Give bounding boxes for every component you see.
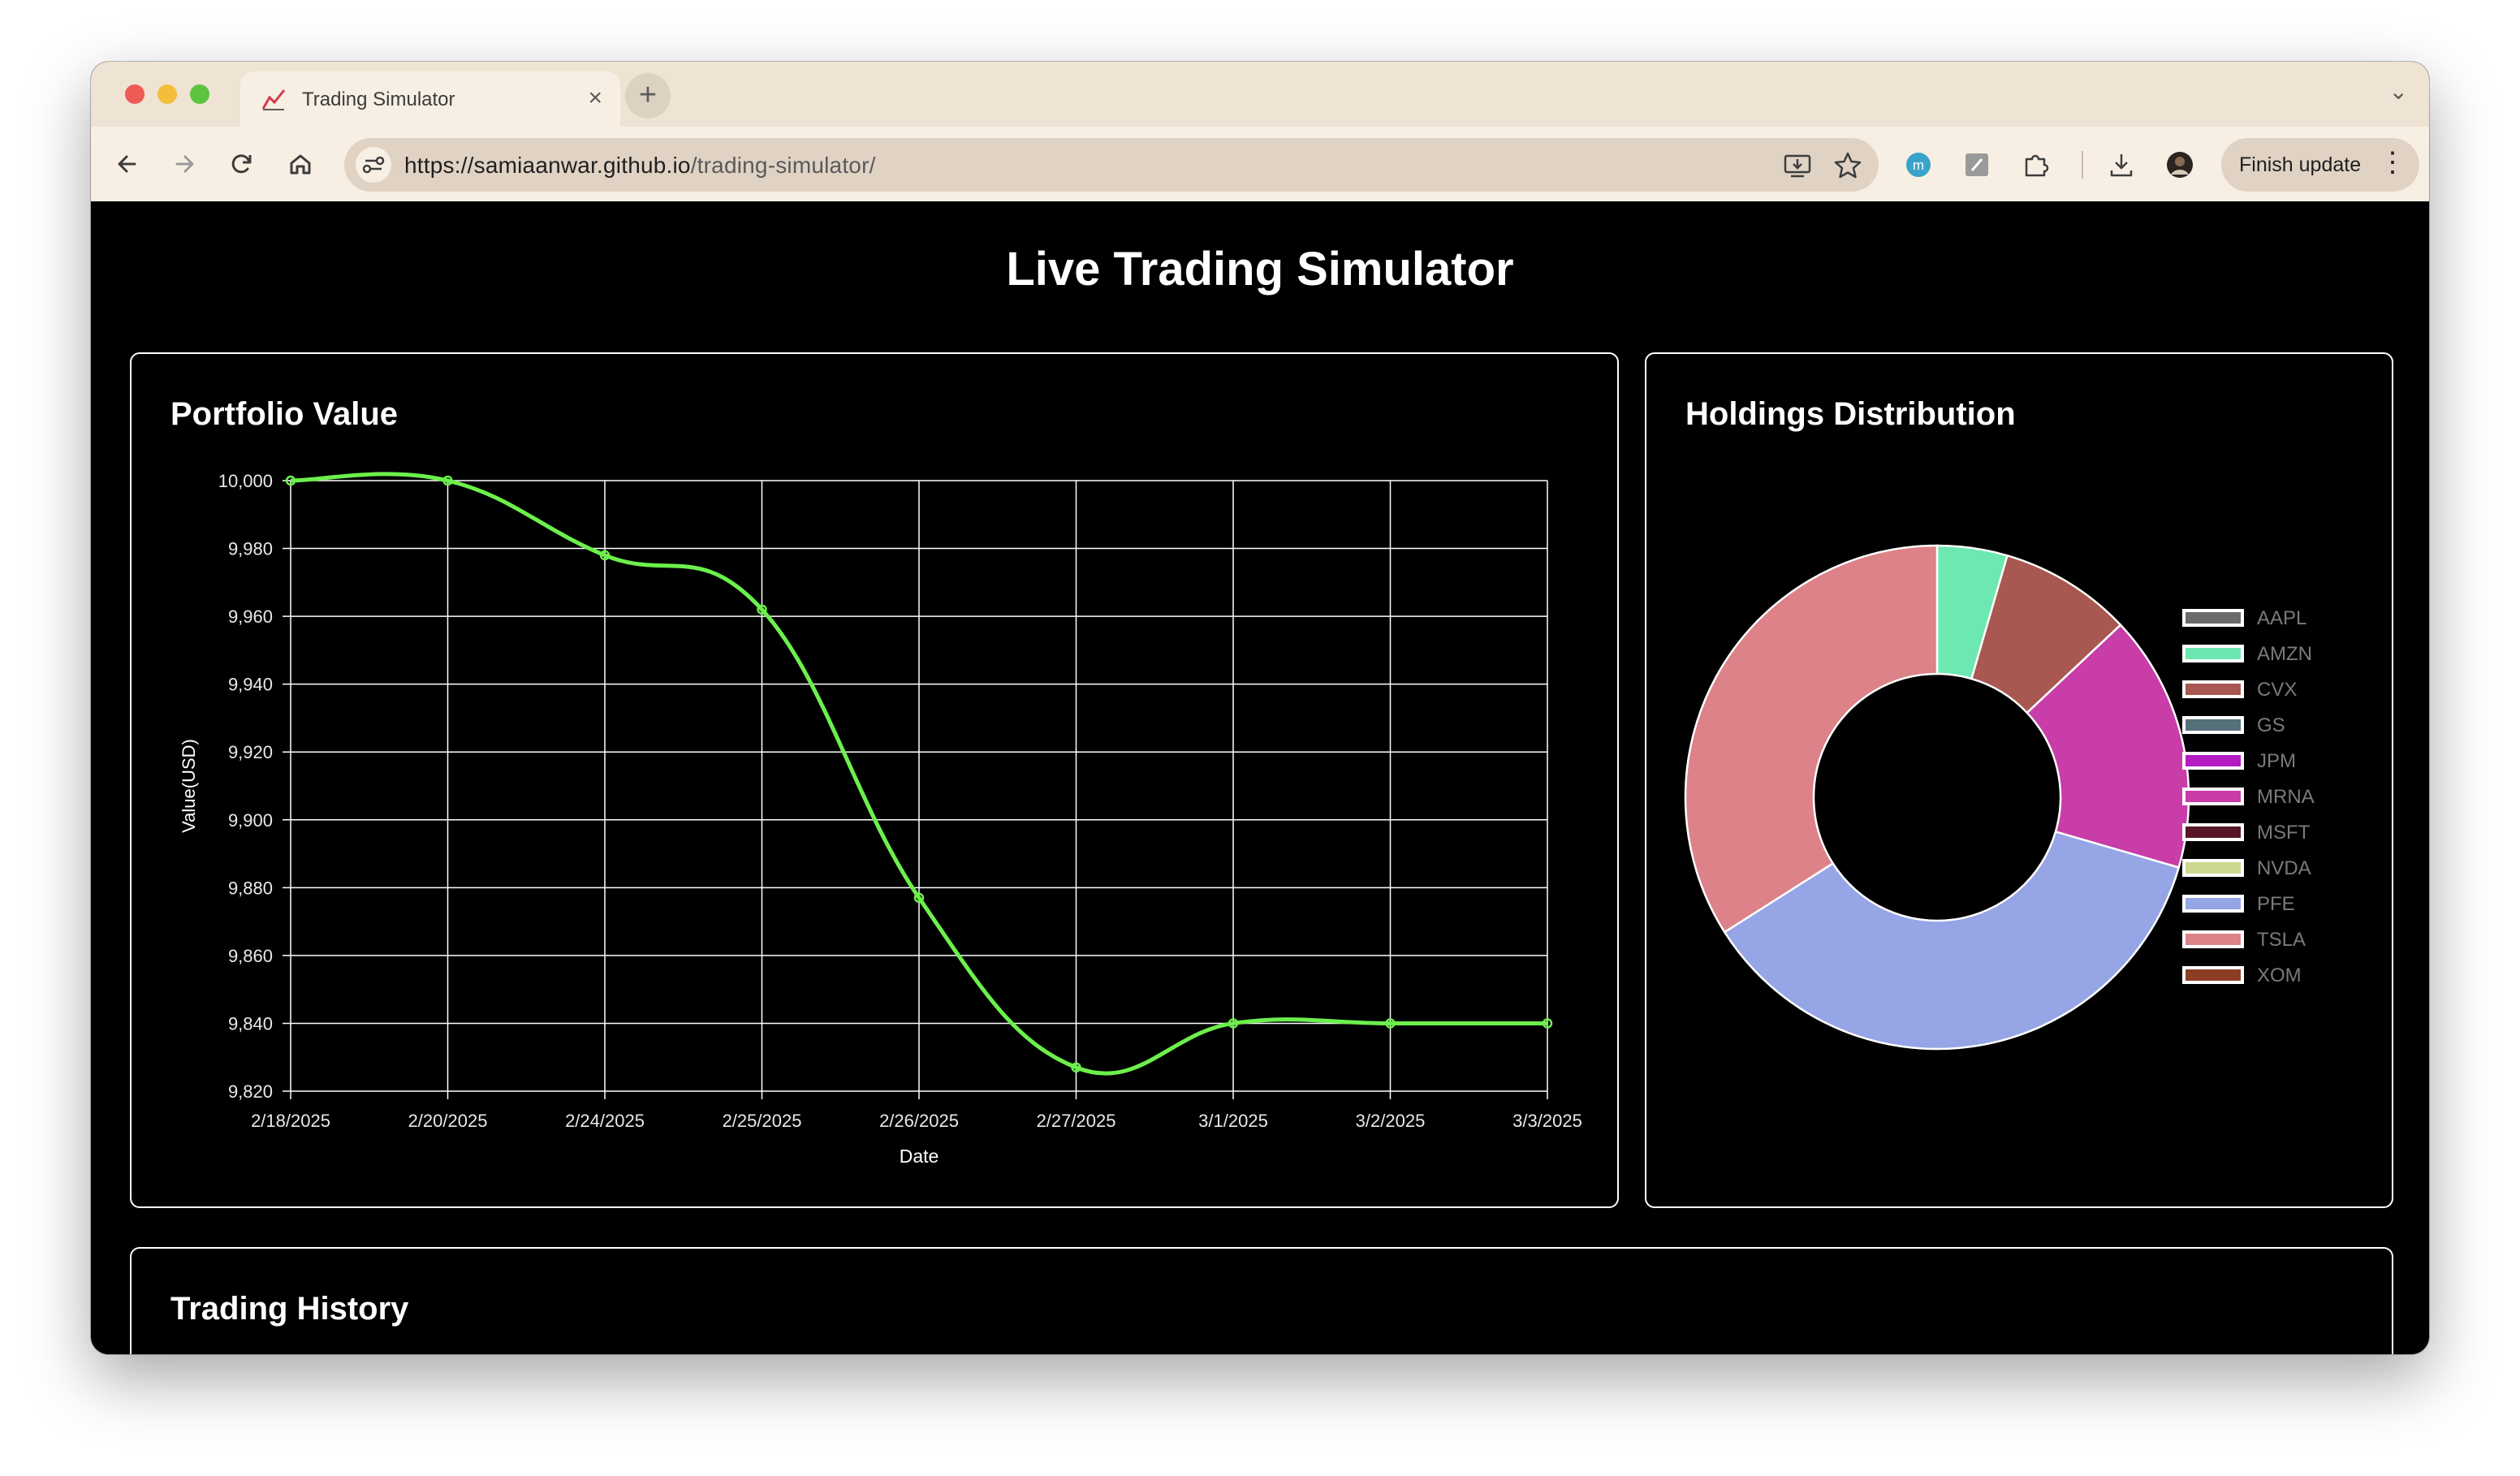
holdings-card: Holdings Distribution AAPL AMZN CVX GS JPM MR… <box>1645 352 2393 1208</box>
finish-update-button[interactable]: Finish update ⋮ <box>2221 138 2419 192</box>
legend-swatch <box>2182 823 2244 841</box>
forward-icon[interactable] <box>166 145 205 183</box>
star-icon[interactable] <box>1832 149 1864 182</box>
legend-label: CVX <box>2257 679 2298 701</box>
y-tick-label: 9,920 <box>228 742 273 762</box>
legend-label: PFE <box>2257 893 2295 915</box>
url-path: /trading-simulator/ <box>690 153 876 178</box>
legend-label: AAPL <box>2257 607 2307 629</box>
close-window-button[interactable] <box>125 84 145 104</box>
download-icon[interactable] <box>2108 151 2135 179</box>
x-tick-label: 3/1/2025 <box>1198 1111 1268 1131</box>
x-tick-label: 2/18/2025 <box>251 1111 330 1131</box>
y-tick-label: 9,820 <box>228 1081 273 1102</box>
install-icon[interactable] <box>1781 149 1814 182</box>
legend-label: XOM <box>2257 965 2302 986</box>
legend-swatch <box>2182 859 2244 877</box>
profile-avatar[interactable] <box>2166 151 2194 179</box>
y-tick-label: 9,880 <box>228 878 273 898</box>
url-text: https://samiaanwar.github.io/trading-sim… <box>404 153 876 179</box>
legend-swatch <box>2182 680 2244 698</box>
browser-menu-icon[interactable]: ⋮ <box>2379 146 2406 179</box>
chart-favicon-icon <box>261 89 286 110</box>
portfolio-card: Portfolio Value 2/18/2025 2/20/2025 2/24/2… <box>130 352 1619 1208</box>
x-tick-label: 2/24/2025 <box>565 1111 645 1131</box>
tab-search-chevron-icon[interactable]: ⌄ <box>2389 78 2408 105</box>
legend-label: MSFT <box>2257 822 2311 844</box>
reload-icon[interactable] <box>222 145 261 183</box>
address-bar[interactable]: https://samiaanwar.github.io/trading-sim… <box>344 138 1879 192</box>
y-tick-label: 9,960 <box>228 606 273 627</box>
extension-note-icon[interactable] <box>1963 151 1991 179</box>
legend-swatch <box>2182 788 2244 805</box>
y-tick-label: 9,840 <box>228 1013 273 1034</box>
browser-toolbar: https://samiaanwar.github.io/trading-sim… <box>91 127 2429 202</box>
legend-swatch <box>2182 930 2244 948</box>
x-tick-label: 2/20/2025 <box>408 1111 488 1131</box>
legend-label: JPM <box>2257 750 2296 772</box>
page-title: Live Trading Simulator <box>1006 243 1514 296</box>
legend-swatch <box>2182 966 2244 984</box>
x-tick-label: 3/2/2025 <box>1356 1111 1426 1131</box>
legend-label: TSLA <box>2257 929 2306 951</box>
holdings-donut-chart <box>1684 544 2190 1051</box>
tab-trading-simulator[interactable]: Trading Simulator × <box>240 71 620 127</box>
slice-tsla[interactable] <box>1684 544 1939 934</box>
new-tab-button[interactable]: + <box>625 73 671 119</box>
y-tick-label: 9,980 <box>228 539 273 559</box>
legend-swatch <box>2182 645 2244 662</box>
trading-history-card: Trading History <box>130 1247 2393 1354</box>
tab-title: Trading Simulator <box>302 88 455 110</box>
tab-close-icon[interactable]: × <box>588 84 602 112</box>
x-tick-label: 2/27/2025 <box>1037 1111 1116 1131</box>
legend-label: AMZN <box>2257 643 2312 665</box>
legend-label: NVDA <box>2257 857 2311 879</box>
page-content: Live Trading Simulator Portfolio Value 2… <box>91 201 2429 1354</box>
y-tick-label: 9,860 <box>228 946 273 966</box>
back-icon[interactable] <box>109 145 148 183</box>
toolbar-divider <box>2082 151 2083 179</box>
extensions-puzzle-icon[interactable] <box>2022 151 2049 179</box>
y-tick-label: 9,940 <box>228 675 273 695</box>
trading-history-title: Trading History <box>170 1291 409 1327</box>
url-host: https://samiaanwar.github.io <box>404 153 691 178</box>
maximize-window-button[interactable] <box>190 84 209 104</box>
legend-swatch <box>2182 752 2244 770</box>
tab-strip: Trading Simulator × + ⌄ <box>91 62 2429 127</box>
x-tick-label: 2/26/2025 <box>879 1111 959 1131</box>
minimize-window-button[interactable] <box>158 84 177 104</box>
browser-window: Trading Simulator × + ⌄ https://samiaanw… <box>91 62 2429 1354</box>
svg-text:m: m <box>1913 158 1924 173</box>
y-axis-label: Value(USD) <box>179 739 199 833</box>
legend-swatch <box>2182 609 2244 627</box>
legend-swatch <box>2182 716 2244 734</box>
y-tick-label: 10,000 <box>218 471 273 491</box>
home-icon[interactable] <box>281 145 320 183</box>
portfolio-line-chart: 2/18/2025 2/20/2025 2/24/2025 2/25/2025 2/26… <box>179 471 1582 1167</box>
legend-label: MRNA <box>2257 786 2315 808</box>
x-axis-label: Date <box>900 1146 939 1167</box>
extension-m-icon[interactable]: m <box>1905 151 1932 179</box>
legend-swatch <box>2182 895 2244 913</box>
x-tick-label: 3/3/2025 <box>1512 1111 1582 1131</box>
legend-label: GS <box>2257 714 2285 736</box>
finish-update-label: Finish update <box>2239 153 2362 176</box>
site-settings-icon[interactable] <box>356 147 391 183</box>
y-tick-label: 9,900 <box>228 810 273 831</box>
x-tick-label: 2/25/2025 <box>723 1111 802 1131</box>
